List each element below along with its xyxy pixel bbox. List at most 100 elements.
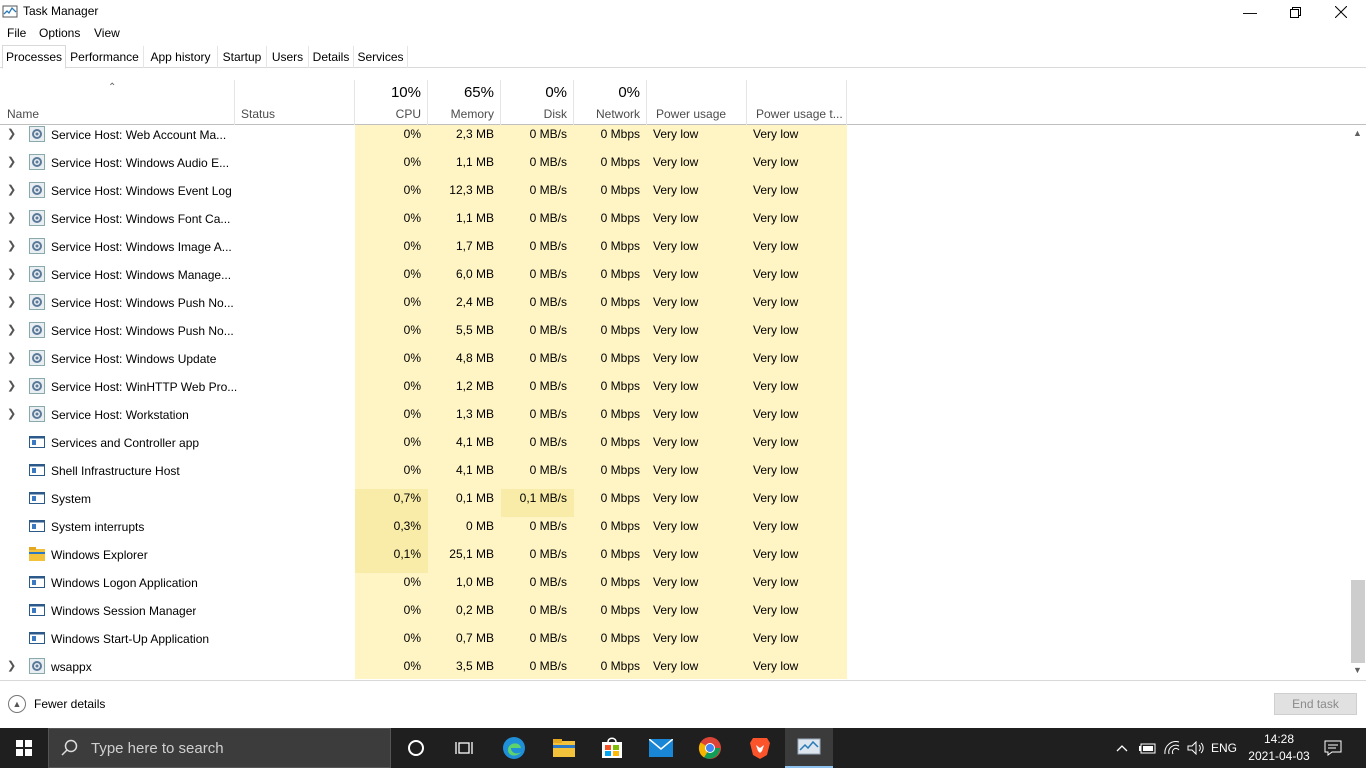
process-row[interactable]: Windows Logon Application 0% 1,0 MB 0 MB/s 0… [0, 573, 1350, 601]
chevron-right-icon[interactable]: ❯ [7, 407, 17, 420]
minimize-button[interactable]: — [1227, 0, 1273, 24]
process-network: 0 Mbps [574, 237, 647, 265]
title-bar[interactable]: Task Manager — [0, 0, 1366, 24]
process-list[interactable]: ❯ Service Host: Web Account Ma... 0% 2,3 MB… [0, 125, 1350, 679]
volume-tray-icon[interactable] [1185, 728, 1207, 768]
brave-taskbar-button[interactable] [736, 728, 784, 768]
process-row[interactable]: Services and Controller app 0% 4,1 MB 0 MB/… [0, 433, 1350, 461]
close-button[interactable] [1318, 0, 1364, 24]
store-taskbar-button[interactable] [588, 728, 636, 768]
menu-bar: File Options View [0, 24, 1366, 44]
tab-details[interactable]: Details [309, 46, 354, 68]
mail-icon [649, 739, 673, 757]
app-window-icon [29, 602, 45, 618]
cortana-button[interactable] [392, 728, 440, 768]
process-disk: 0 MB/s [501, 265, 574, 293]
restore-button[interactable] [1272, 0, 1318, 24]
chevron-right-icon[interactable]: ❯ [7, 127, 17, 140]
start-button[interactable] [0, 728, 48, 768]
process-row[interactable]: System interrupts 0,3% 0 MB 0 MB/s 0 Mbps Ver… [0, 517, 1350, 545]
scroll-up-icon[interactable]: ▲ [1353, 128, 1362, 138]
menu-view[interactable]: View [94, 26, 120, 40]
process-row[interactable]: Windows Session Manager 0% 0,2 MB 0 MB/s 0 M… [0, 601, 1350, 629]
process-row[interactable]: ❯ Service Host: Windows Push No... 0% 5,5 M… [0, 321, 1350, 349]
process-row[interactable]: ❯ Service Host: Windows Update 0% 4,8 MB 0 M… [0, 349, 1350, 377]
chevron-right-icon[interactable]: ❯ [7, 211, 17, 224]
chevron-right-icon[interactable]: ❯ [7, 323, 17, 336]
tab-strip: Processes Performance App history Startu… [0, 45, 1366, 69]
process-row[interactable]: ❯ Service Host: Web Account Ma... 0% 2,3 MB… [0, 125, 1350, 153]
tab-app-history[interactable]: App history [144, 46, 218, 68]
process-power: Very low [647, 377, 747, 405]
column-memory-header[interactable]: 65% Memory [428, 80, 501, 125]
process-row[interactable]: ❯ Service Host: Windows Push No... 0% 2,4 M… [0, 293, 1350, 321]
battery-tray-icon[interactable] [1137, 728, 1159, 768]
chevron-right-icon[interactable]: ❯ [7, 351, 17, 364]
gear-icon [29, 266, 45, 282]
chevron-right-icon[interactable]: ❯ [7, 183, 17, 196]
tab-performance[interactable]: Performance [66, 46, 144, 68]
network-tray-icon[interactable] [1161, 728, 1183, 768]
process-disk: 0 MB/s [501, 405, 574, 433]
taskbar-search-box[interactable]: Type here to search [48, 728, 391, 768]
taskbar-clock[interactable]: 14:28 2021-04-03 [1240, 731, 1318, 765]
process-power-trend: Very low [747, 237, 847, 265]
tab-processes[interactable]: Processes [2, 45, 66, 69]
file-explorer-taskbar-button[interactable] [540, 728, 588, 768]
app-window-icon [29, 518, 45, 534]
chevron-right-icon[interactable]: ❯ [7, 155, 17, 168]
tab-services[interactable]: Services [354, 46, 408, 68]
column-network-header[interactable]: 0% Network [574, 80, 647, 125]
menu-file[interactable]: File [7, 26, 26, 40]
chevron-right-icon[interactable]: ❯ [7, 267, 17, 280]
column-power-header[interactable]: Power usage [647, 80, 747, 125]
tab-users[interactable]: Users [267, 46, 309, 68]
task-view-button[interactable] [440, 728, 488, 768]
store-icon [602, 737, 622, 758]
process-row[interactable]: ❯ Service Host: Windows Audio E... 0% 1,1 M… [0, 153, 1350, 181]
fewer-details-button[interactable]: ▲ Fewer details [8, 695, 105, 713]
process-disk: 0 MB/s [501, 349, 574, 377]
process-row[interactable]: System 0,7% 0,1 MB 0,1 MB/s 0 Mbps Very low Ve… [0, 489, 1350, 517]
column-name-header[interactable]: ⌃ Name [0, 80, 235, 125]
chevron-right-icon[interactable]: ❯ [7, 239, 17, 252]
process-row[interactable]: ❯ Service Host: Windows Event Log 0% 12,3 M… [0, 181, 1350, 209]
sort-up-icon: ⌃ [108, 82, 117, 93]
end-task-button[interactable]: End task [1274, 693, 1357, 715]
process-cpu: 0% [355, 601, 428, 629]
column-power-trend-header[interactable]: Power usage t... [747, 80, 847, 125]
task-manager-taskbar-button[interactable] [785, 728, 833, 768]
app-window-icon [29, 574, 45, 590]
process-disk: 0 MB/s [501, 573, 574, 601]
action-center-button[interactable] [1318, 728, 1348, 768]
process-memory: 0,2 MB [428, 601, 501, 629]
process-row[interactable]: ❯ Service Host: Windows Manage... 0% 6,0 MB… [0, 265, 1350, 293]
chevron-right-icon[interactable]: ❯ [7, 295, 17, 308]
process-row[interactable]: ❯ Service Host: WinHTTP Web Pro... 0% 1,2 M… [0, 377, 1350, 405]
chevron-right-icon[interactable]: ❯ [7, 659, 17, 672]
column-disk-header[interactable]: 0% Disk [501, 80, 574, 125]
process-power: Very low [647, 209, 747, 237]
scrollbar-thumb[interactable] [1351, 580, 1365, 663]
column-cpu-header[interactable]: 10% CPU [355, 80, 428, 125]
process-row[interactable]: ❯ Service Host: Windows Image A... 0% 1,7 M… [0, 237, 1350, 265]
menu-options[interactable]: Options [39, 26, 80, 40]
scroll-down-icon[interactable]: ▼ [1353, 665, 1362, 675]
process-row[interactable]: ❯ Service Host: Windows Font Ca... 0% 1,1 M… [0, 209, 1350, 237]
chevron-right-icon[interactable]: ❯ [7, 379, 17, 392]
language-indicator[interactable]: ENG [1208, 728, 1240, 768]
tab-startup[interactable]: Startup [218, 46, 267, 68]
process-disk: 0 MB/s [501, 601, 574, 629]
process-row[interactable]: ❯ Service Host: Workstation 0% 1,3 MB 0 MB/s… [0, 405, 1350, 433]
process-row[interactable]: Windows Start-Up Application 0% 0,7 MB 0 MB… [0, 629, 1350, 657]
process-row[interactable]: Windows Explorer 0,1% 25,1 MB 0 MB/s 0 Mbps V… [0, 545, 1350, 573]
process-row[interactable]: ❯ wsappx 0% 3,5 MB 0 MB/s 0 Mbps Very low Very … [0, 657, 1350, 679]
show-hidden-icons-button[interactable] [1112, 728, 1132, 768]
chrome-taskbar-button[interactable] [686, 728, 734, 768]
process-memory: 4,1 MB [428, 461, 501, 489]
process-row[interactable]: Shell Infrastructure Host 0% 4,1 MB 0 MB/s 0… [0, 461, 1350, 489]
column-status-header[interactable]: Status [235, 80, 355, 125]
edge-taskbar-button[interactable] [490, 728, 538, 768]
process-cpu: 0% [355, 657, 428, 679]
mail-taskbar-button[interactable] [637, 728, 685, 768]
